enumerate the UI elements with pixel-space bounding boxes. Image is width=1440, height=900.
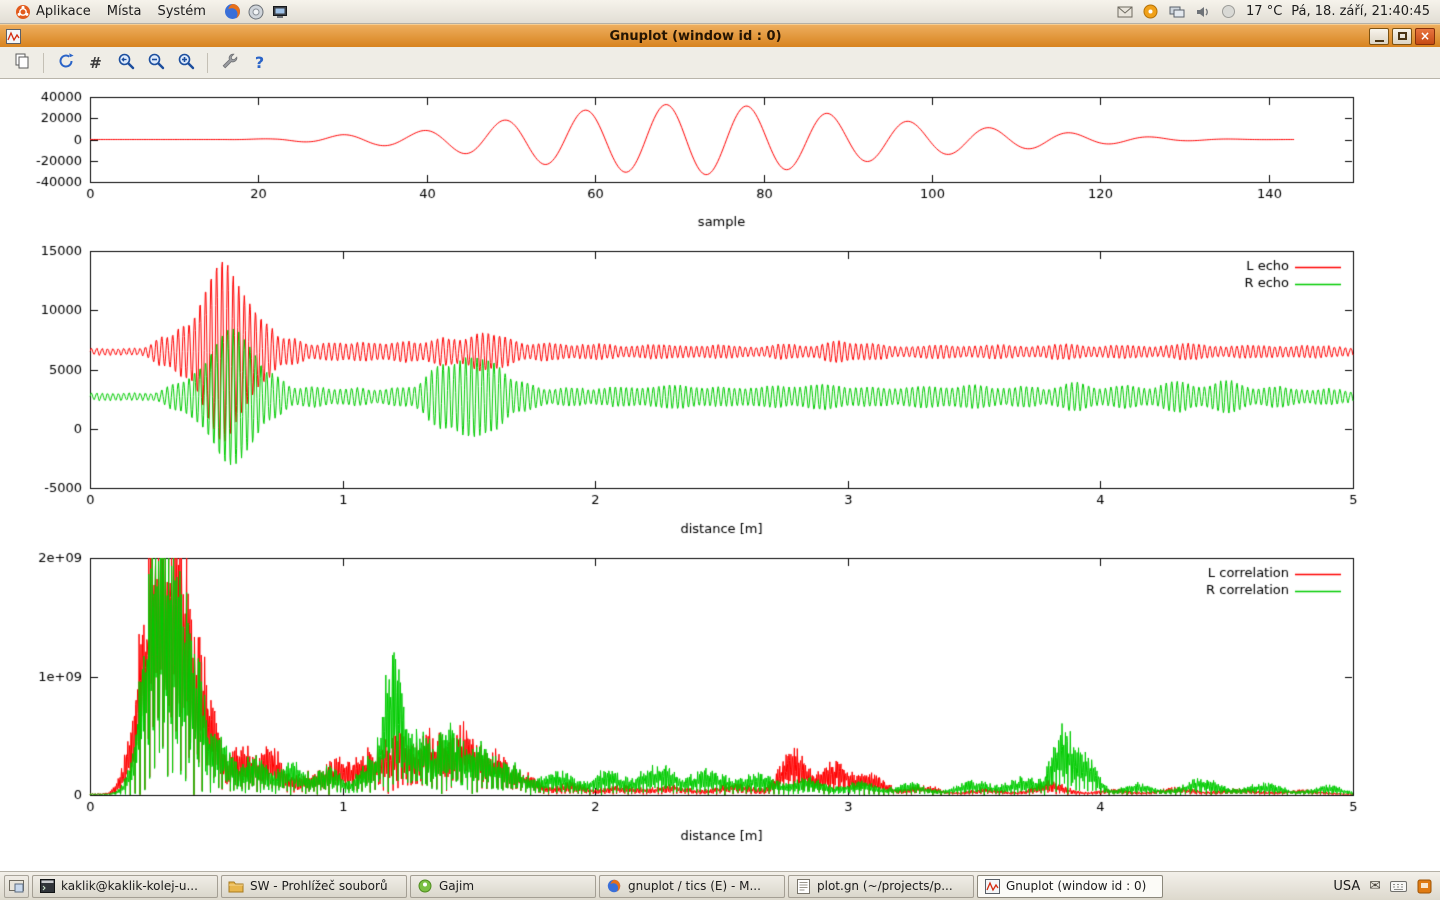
zoom-out-icon: [147, 52, 165, 74]
plot-area: [0, 79, 1440, 871]
screenshot-launcher-icon[interactable]: [272, 3, 289, 20]
correlation-chart-canvas[interactable]: [0, 544, 1440, 852]
firefox-icon: [606, 878, 622, 894]
zoom-in-button[interactable]: [172, 50, 199, 75]
menu-applications-label: Aplikace: [36, 4, 91, 19]
taskbar-button-editor[interactable]: plot.gn (~/projects/p...: [788, 875, 974, 898]
taskbar: kaklik@kaklik-kolej-u... SW - Prohlížeč …: [0, 871, 1440, 900]
window-icon: [5, 28, 22, 45]
taskbar-button-gajim[interactable]: Gajim: [410, 875, 596, 898]
top-panel: Aplikace Místa Systém: [0, 0, 1440, 24]
close-button[interactable]: ×: [1415, 28, 1435, 45]
window-toolbar: # ?: [0, 47, 1440, 79]
help-icon: ?: [255, 53, 264, 72]
taskbar-button-label: SW - Prohlížeč souborů: [250, 879, 388, 893]
menu-places-label: Místa: [107, 4, 142, 19]
close-icon: ×: [1420, 30, 1430, 42]
menu-system[interactable]: Systém: [149, 2, 213, 21]
text-editor-icon: [795, 878, 811, 894]
taskbar-button-gnuplot[interactable]: Gnuplot (window id : 0): [977, 875, 1163, 898]
taskbar-button-label: plot.gn (~/projects/p...: [817, 879, 953, 893]
taskbar-button-terminal[interactable]: kaklik@kaklik-kolej-u...: [32, 875, 218, 898]
pulse-chart-canvas[interactable]: [0, 79, 1440, 237]
maximize-icon: [1398, 32, 1407, 40]
temperature-indicator[interactable]: 17 °C: [1246, 4, 1282, 19]
notification-tray-icon[interactable]: [1416, 878, 1433, 895]
ubuntu-logo-icon: [14, 3, 31, 20]
replot-icon: [57, 52, 75, 74]
file-manager-icon: [228, 878, 244, 894]
taskbar-button-label: kaklik@kaklik-kolej-u...: [61, 879, 198, 893]
keyboard-tray-icon[interactable]: [1390, 878, 1407, 895]
zoom-previous-button[interactable]: [112, 50, 139, 75]
panel-tray: 17 °C Pá, 18. září, 21:40:45: [1116, 3, 1434, 20]
menu-places[interactable]: Místa: [99, 2, 150, 21]
minimize-icon: [1375, 40, 1384, 42]
zoom-out-button[interactable]: [142, 50, 169, 75]
taskbar-button-label: Gnuplot (window id : 0): [1006, 879, 1146, 893]
clock[interactable]: Pá, 18. září, 21:40:45: [1291, 4, 1430, 19]
window-title: Gnuplot (window id : 0): [22, 29, 1369, 44]
panel-launchers: [224, 3, 289, 20]
taskbar-button-label: Gajim: [439, 879, 474, 893]
taskbar-button-label: gnuplot / tics (E) - M...: [628, 879, 761, 893]
gnuplot-icon: [984, 878, 1000, 894]
taskbar-button-firefox[interactable]: gnuplot / tics (E) - M...: [599, 875, 785, 898]
gajim-icon: [417, 878, 433, 894]
window-titlebar[interactable]: Gnuplot (window id : 0) ×: [0, 24, 1440, 47]
grid-icon: #: [89, 54, 102, 72]
wrench-icon: [221, 52, 239, 74]
menu-system-label: Systém: [157, 4, 205, 19]
taskbar-button-file-manager[interactable]: SW - Prohlížeč souborů: [221, 875, 407, 898]
menu-applications[interactable]: Aplikace: [6, 1, 99, 22]
zoom-previous-icon: [117, 52, 135, 74]
copy-icon: [13, 52, 31, 74]
zoom-in-icon: [177, 52, 195, 74]
show-desktop-button[interactable]: [4, 875, 29, 898]
volume-icon[interactable]: [1194, 3, 1211, 20]
window-controls: ×: [1369, 28, 1435, 45]
toolbar-separator: [207, 53, 208, 73]
taskbar-tray: USA ✉: [1333, 878, 1436, 895]
weather-icon[interactable]: [1220, 3, 1237, 20]
toolbar-separator: [43, 53, 44, 73]
update-notifier-icon[interactable]: [1142, 3, 1159, 20]
terminal-icon: [39, 878, 55, 894]
desktop: Aplikace Místa Systém: [0, 0, 1440, 900]
minimize-button[interactable]: [1369, 28, 1389, 45]
echo-chart-canvas[interactable]: [0, 237, 1440, 544]
settings-button[interactable]: [216, 50, 243, 75]
grid-button[interactable]: #: [82, 50, 109, 75]
replot-button[interactable]: [52, 50, 79, 75]
help-launcher-icon[interactable]: [248, 3, 265, 20]
mail-tray-icon[interactable]: ✉: [1369, 878, 1381, 894]
mail-notification-icon[interactable]: [1116, 3, 1133, 20]
firefox-launcher-icon[interactable]: [224, 3, 241, 20]
keyboard-layout-indicator[interactable]: USA: [1333, 879, 1360, 894]
copy-button[interactable]: [8, 50, 35, 75]
display-settings-icon[interactable]: [1168, 3, 1185, 20]
show-desktop-icon: [9, 880, 24, 893]
maximize-button[interactable]: [1392, 28, 1412, 45]
help-button[interactable]: ?: [246, 50, 273, 75]
